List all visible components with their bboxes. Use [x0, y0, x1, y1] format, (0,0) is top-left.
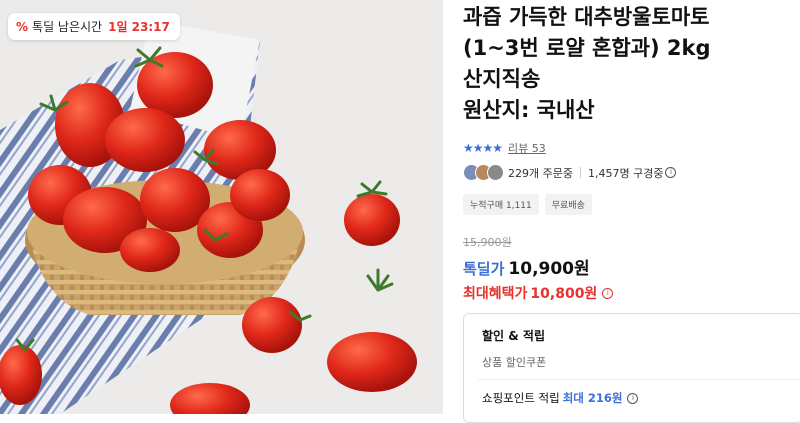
ordering-count: 229개 주문중	[508, 166, 573, 180]
viewer-count: 1,457명 구경중	[587, 166, 664, 180]
point-label: 쇼핑포인트 적립	[482, 391, 560, 405]
deal-timer-label: 톡딜 남은시간	[32, 20, 103, 34]
review-link[interactable]: 리뷰 53	[508, 140, 546, 156]
cumulative-purchase-chip: 누적구매 1,111	[463, 194, 539, 215]
benefit-box: 할인 & 적립 상품 할인쿠폰 쇼핑포인트 적립 최대 216원 i	[463, 313, 800, 423]
rating-row: ★★★★ 리뷰 53	[463, 140, 546, 156]
divider	[478, 379, 800, 380]
coupon-label: 상품 할인쿠폰	[482, 356, 547, 369]
info-icon[interactable]: i	[627, 392, 639, 404]
buyer-avatars	[463, 164, 504, 181]
max-benefit-label: 최대혜택가	[463, 286, 528, 302]
max-benefit-price: 10,800원	[530, 286, 598, 302]
tomato-basket-image	[0, 0, 443, 414]
deal-price-label: 톡딜가	[463, 260, 505, 278]
max-benefit-row: 최대혜택가 10,800원 i	[463, 283, 614, 303]
percent-icon: %	[16, 19, 29, 34]
product-info: 과즙 가득한 대추방울토마토 (1~3번 로얄 혼합과) 2kg 산지직송 원산…	[463, 0, 800, 423]
title-line: 산지직송	[463, 67, 541, 91]
divider	[579, 167, 581, 178]
deal-timer-value: 1일 23:17	[108, 20, 170, 34]
deal-timer-badge: % 톡딜 남은시간 1일 23:17	[8, 13, 180, 40]
benefit-title: 할인 & 적립	[482, 329, 545, 343]
product-photo[interactable]: % 톡딜 남은시간 1일 23:17	[0, 0, 443, 414]
deal-price-row: 톡딜가 10,900원	[463, 254, 590, 279]
title-line: (1~3번 로얄 혼합과) 2kg	[463, 36, 711, 60]
product-chips: 누적구매 1,111 무료배송	[463, 194, 592, 215]
info-icon[interactable]: i	[602, 287, 614, 299]
title-line: 과즙 가득한 대추방울토마토	[463, 5, 710, 29]
avatar	[487, 164, 504, 181]
info-icon[interactable]: i	[665, 167, 677, 178]
point-row: 쇼핑포인트 적립 최대 216원 i	[482, 390, 639, 406]
order-stats: 229개 주문중 1,457명 구경중 i	[463, 164, 677, 181]
free-shipping-chip: 무료배송	[544, 194, 592, 215]
product-title: 과즙 가득한 대추방울토마토 (1~3번 로얄 혼합과) 2kg 산지직송 원산…	[463, 2, 800, 126]
star-rating-icon: ★★★★	[463, 141, 503, 155]
title-line: 원산지: 국내산	[463, 98, 595, 122]
original-price: 15,900원	[463, 236, 512, 249]
point-max: 최대 216원	[562, 391, 623, 405]
deal-price-value: 10,900원	[508, 259, 590, 279]
